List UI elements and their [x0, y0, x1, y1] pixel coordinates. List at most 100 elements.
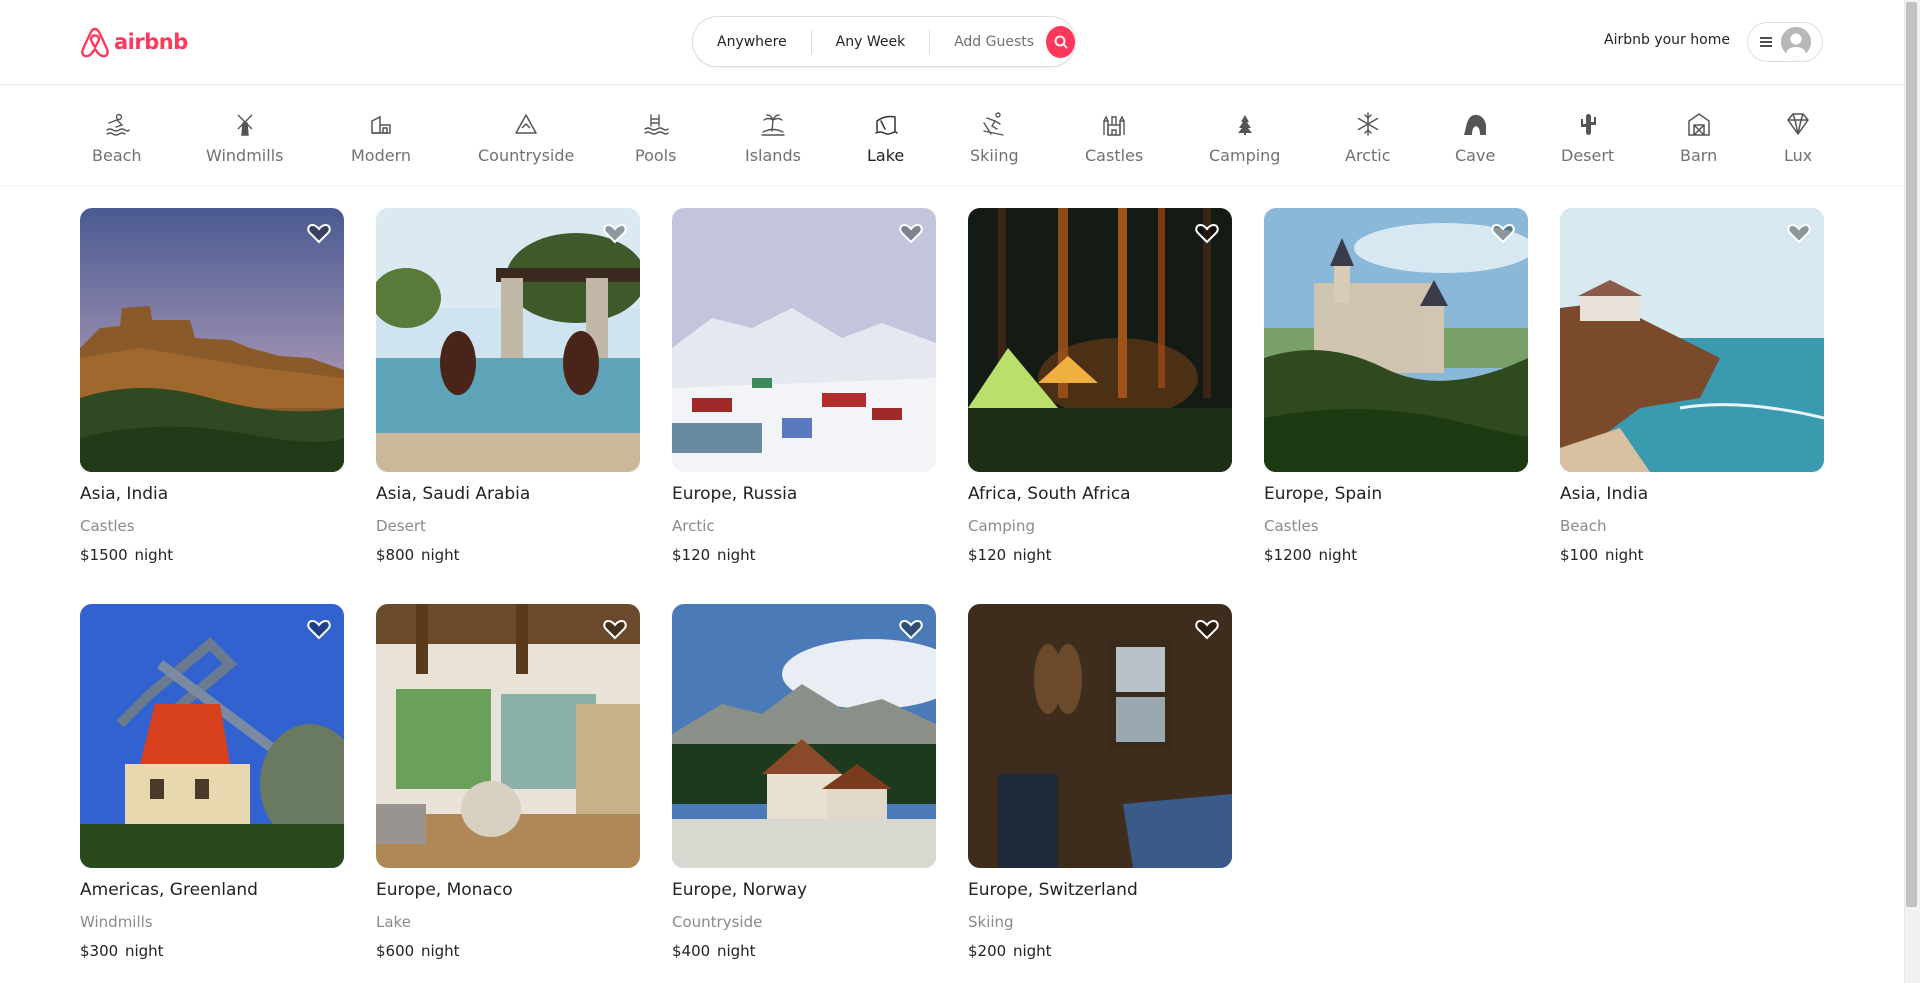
user-avatar-icon	[1781, 27, 1811, 57]
listing-location: Europe, Norway	[672, 880, 808, 900]
category-pools[interactable]: Pools	[635, 111, 676, 165]
listing-price: $120	[672, 546, 711, 564]
category-countryside[interactable]: Countryside	[478, 111, 574, 165]
diamond-icon	[1787, 113, 1809, 135]
listing-price-row: $1500 night	[80, 546, 344, 564]
heart-icon[interactable]	[898, 220, 924, 246]
category-label: Beach	[92, 146, 142, 165]
listing-location: Americas, Greenland	[80, 880, 258, 900]
listing-photo[interactable]	[80, 604, 344, 868]
category-label: Arctic	[1345, 146, 1391, 165]
user-menu-button[interactable]	[1747, 22, 1823, 62]
category-lake[interactable]: Lake	[867, 111, 904, 165]
category-label: Windmills	[206, 146, 284, 165]
category-label: Cave	[1455, 146, 1496, 165]
heart-icon[interactable]	[1194, 220, 1220, 246]
heart-icon[interactable]	[602, 616, 628, 642]
search-bar[interactable]: Anywhere Any Week Add Guests	[692, 16, 1076, 67]
lake-icon	[874, 115, 898, 135]
heart-icon[interactable]	[602, 220, 628, 246]
listing-card[interactable]: Europe, Norway Countryside $400 night	[672, 604, 936, 960]
listing-price-row: $400 night	[672, 942, 936, 960]
category-label: Castles	[1085, 146, 1144, 165]
listing-card[interactable]: Europe, Monaco Lake $600 night	[376, 604, 640, 960]
windmill-photo	[80, 604, 344, 868]
category-castles[interactable]: Castles	[1085, 111, 1143, 165]
airbnb-logo[interactable]: airbnb	[80, 26, 188, 58]
listing-price-row: $120 night	[968, 546, 1232, 564]
listing-price: $800	[376, 546, 415, 564]
category-arctic[interactable]: Arctic	[1345, 111, 1390, 165]
listing-category: Castles	[80, 517, 135, 535]
listing-photo[interactable]	[672, 208, 936, 472]
search-where[interactable]: Anywhere	[693, 17, 811, 66]
listing-card[interactable]: Asia, India Castles $1500 night	[80, 208, 344, 564]
listing-price-row: $300 night	[80, 942, 344, 960]
listing-photo[interactable]	[376, 208, 640, 472]
pool-icon	[644, 114, 669, 135]
listing-photo[interactable]	[672, 604, 936, 868]
search-guests[interactable]: Add Guests	[930, 17, 1046, 66]
listing-photo[interactable]	[1560, 208, 1824, 472]
listing-photo[interactable]	[968, 604, 1232, 868]
category-cave[interactable]: Cave	[1455, 111, 1495, 165]
search-button[interactable]	[1046, 25, 1075, 58]
listing-price-row: $100 night	[1560, 546, 1824, 564]
airbnb-logo-icon	[81, 27, 109, 58]
heart-icon[interactable]	[306, 220, 332, 246]
listing-category: Desert	[376, 517, 426, 535]
heart-icon[interactable]	[1194, 616, 1220, 642]
arctic-town-photo	[672, 208, 936, 472]
coast-photo	[1560, 208, 1824, 472]
camping-photo	[968, 208, 1232, 472]
category-desert[interactable]: Desert	[1561, 111, 1614, 165]
listing-price-row: $800 night	[376, 546, 640, 564]
camping-icon	[1237, 115, 1252, 135]
category-camping[interactable]: Camping	[1209, 111, 1280, 165]
category-label: Pools	[635, 146, 677, 165]
listing-category: Arctic	[672, 517, 715, 535]
category-islands[interactable]: Islands	[745, 111, 801, 165]
modern-house-icon	[371, 115, 391, 134]
heart-icon[interactable]	[1490, 220, 1516, 246]
listing-price-unit: night	[134, 546, 174, 564]
category-skiing[interactable]: Skiing	[970, 111, 1019, 165]
category-windmills[interactable]: Windmills	[206, 111, 283, 165]
listing-price: $600	[376, 942, 415, 960]
airbnb-your-home-link[interactable]: Airbnb your home	[1604, 32, 1730, 48]
listing-card[interactable]: Africa, South Africa Camping $120 night	[968, 208, 1232, 564]
listing-location: Asia, India	[80, 484, 169, 504]
listing-price-unit: night	[420, 546, 460, 564]
hamburger-icon	[1760, 37, 1772, 47]
category-barn[interactable]: Barn	[1680, 111, 1717, 165]
category-bar: Beach Windmills Modern Countryside Pools…	[0, 86, 1904, 186]
listing-card[interactable]: Americas, Greenland Windmills $300 night	[80, 604, 344, 960]
search-when[interactable]: Any Week	[812, 17, 930, 66]
listing-price-row: $120 night	[672, 546, 936, 564]
listing-price: $100	[1560, 546, 1599, 564]
lake-interior-photo	[376, 604, 640, 868]
listing-card[interactable]: Europe, Spain Castles $1200 night	[1264, 208, 1528, 564]
heart-icon[interactable]	[898, 616, 924, 642]
listing-photo[interactable]	[80, 208, 344, 472]
listing-price: $1200	[1264, 546, 1312, 564]
listing-photo[interactable]	[1264, 208, 1528, 472]
category-lux[interactable]: Lux	[1784, 111, 1812, 165]
category-beach[interactable]: Beach	[92, 111, 142, 165]
heart-icon[interactable]	[1786, 220, 1812, 246]
listing-category: Countryside	[672, 913, 763, 931]
listing-card[interactable]: Europe, Switzerland Skiing $200 night	[968, 604, 1232, 960]
island-icon	[761, 114, 785, 136]
listing-card[interactable]: Asia, Saudi Arabia Desert $800 night	[376, 208, 640, 564]
heart-icon[interactable]	[306, 616, 332, 642]
listing-category: Camping	[968, 517, 1035, 535]
listing-photo[interactable]	[376, 604, 640, 868]
listing-card[interactable]: Asia, India Beach $100 night	[1560, 208, 1824, 564]
listing-photo[interactable]	[968, 208, 1232, 472]
category-label: Modern	[351, 146, 412, 165]
listing-card[interactable]: Europe, Russia Arctic $120 night	[672, 208, 936, 564]
listing-price-row: $600 night	[376, 942, 640, 960]
windmill-icon	[237, 114, 253, 136]
category-modern[interactable]: Modern	[351, 111, 411, 165]
page-scrollbar-thumb[interactable]	[1906, 2, 1917, 907]
